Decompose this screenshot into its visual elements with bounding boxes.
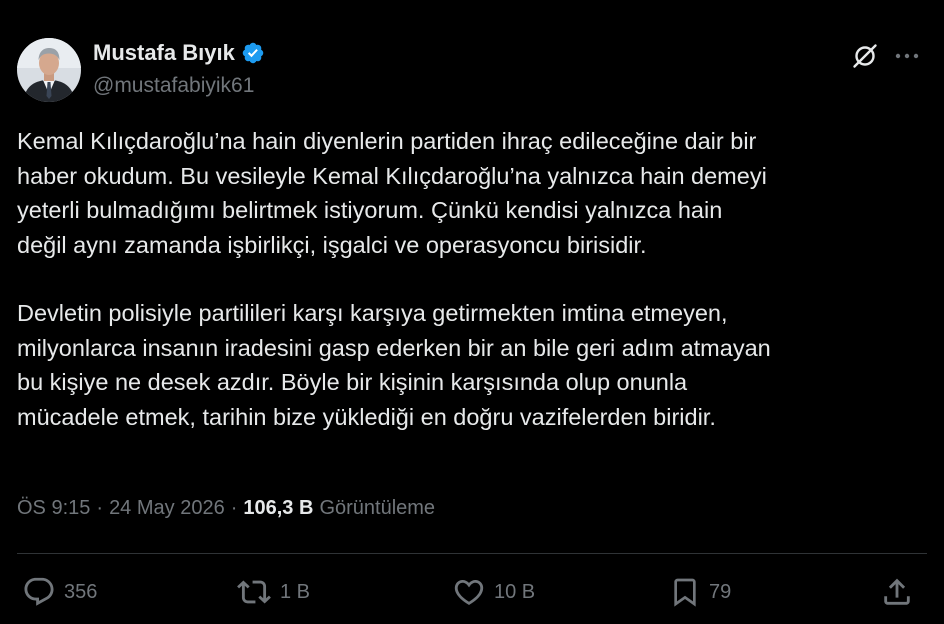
- reply-icon: [24, 577, 54, 606]
- bookmark-button[interactable]: 79: [669, 574, 731, 610]
- action-bar: 356 1 B 10 B 79: [0, 574, 944, 612]
- bookmark-count: 79: [709, 580, 732, 603]
- bookmark-icon: [674, 578, 696, 607]
- views-label: Görüntüleme: [319, 497, 436, 519]
- like-count: 10 B: [494, 580, 536, 603]
- author-display-name[interactable]: Mustafa Bıyık: [93, 40, 235, 66]
- tweet-text: Kemal Kılıçdaroğlu’na hain diyenlerin pa…: [17, 124, 917, 434]
- views-count: 106,3 B: [243, 497, 314, 519]
- divider: [17, 553, 927, 554]
- tweet-line: milyonlarca insanın iradesini gasp ederk…: [17, 334, 771, 361]
- reply-count: 356: [64, 580, 98, 603]
- tweet-line: bu kişiye ne desek azdır. Böyle bir kişi…: [17, 369, 688, 395]
- meta-separator: ·: [96, 497, 104, 519]
- heart-icon: [454, 579, 484, 605]
- tweet-line: Devletin polisiyle partilileri karşı kar…: [17, 300, 728, 326]
- like-button[interactable]: 10 B: [452, 574, 535, 610]
- tweet-meta: ÖS 9:15 · 24 May 2026 · 106,3 B Görüntül…: [17, 497, 435, 520]
- tweet-line: yeterli bulmadığımı belirtmek istiyorum.…: [17, 197, 723, 223]
- author-handle[interactable]: @mustafabiyik61: [93, 74, 254, 98]
- more-icon[interactable]: [893, 44, 921, 68]
- meta-separator: ·: [230, 497, 238, 519]
- share-icon: [884, 578, 910, 605]
- author-name-row: Mustafa Bıyık: [93, 40, 265, 66]
- verified-badge-icon[interactable]: [241, 41, 265, 65]
- tweet-line: değil aynı zamanda işbirlikçi, işgalci v…: [17, 231, 647, 258]
- grok-icon[interactable]: [851, 42, 879, 70]
- avatar[interactable]: [17, 38, 81, 102]
- repost-count: 1 B: [280, 580, 311, 603]
- tweet-time[interactable]: ÖS 9:15: [17, 497, 90, 520]
- tweet-date[interactable]: 24 May 2026: [109, 497, 225, 520]
- reply-button[interactable]: 356: [22, 574, 97, 610]
- tweet-line: Kemal Kılıçdaroğlu’na hain diyenlerin pa…: [17, 128, 757, 154]
- tweet: Mustafa Bıyık @mustafabiyik61 Kemal Kılı…: [0, 0, 944, 624]
- share-button[interactable]: [880, 574, 914, 610]
- tweet-line: haber okudum. Bu vesileyle Kemal Kılıçda…: [17, 162, 767, 189]
- repost-button[interactable]: 1 B: [236, 574, 310, 610]
- repost-icon: [237, 580, 271, 604]
- tweet-line: mücadele etmek, tarihin bize yüklediği e…: [17, 403, 716, 430]
